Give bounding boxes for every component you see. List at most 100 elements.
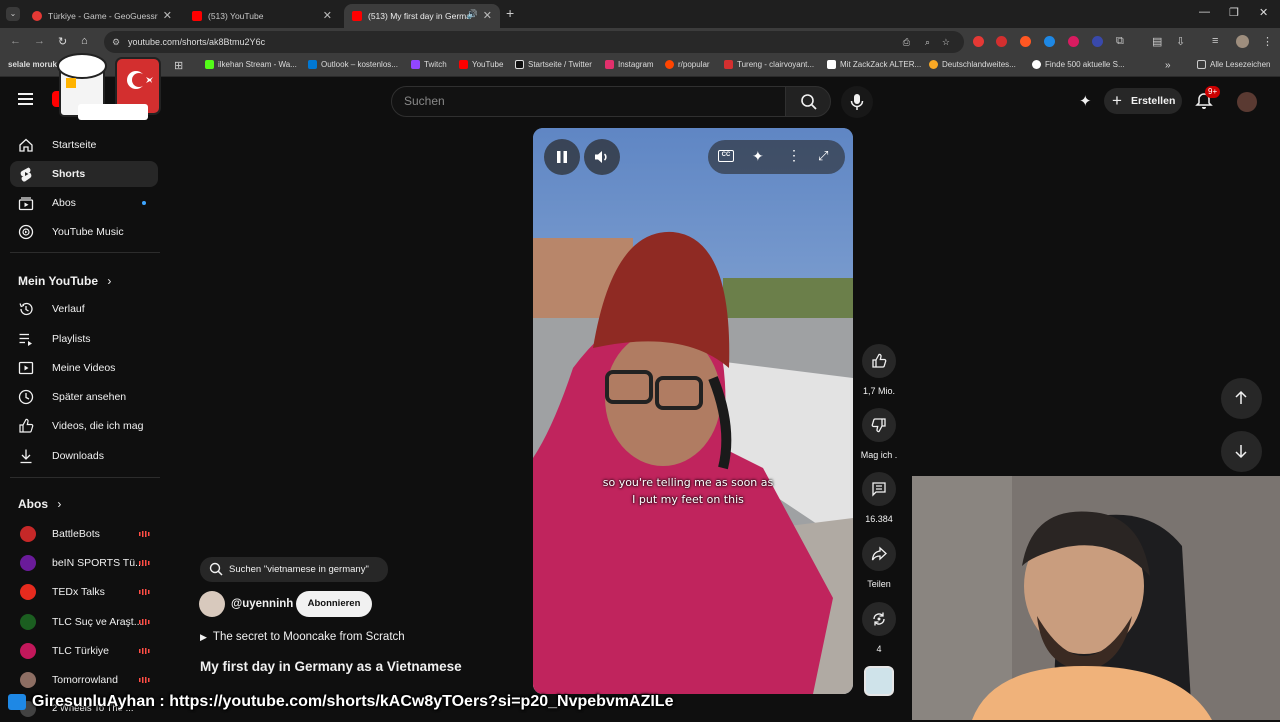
- volume-button[interactable]: [584, 139, 620, 175]
- like-button[interactable]: [862, 344, 896, 378]
- previous-short-button[interactable]: [1221, 378, 1262, 419]
- profile-avatar-icon[interactable]: [1236, 35, 1249, 48]
- extension-icon[interactable]: [996, 36, 1007, 47]
- hamburger-menu-icon[interactable]: [18, 93, 33, 105]
- minimize-icon[interactable]: —: [1199, 6, 1210, 18]
- channel-handle[interactable]: @uyenninh: [231, 598, 293, 610]
- bookmark-item[interactable]: Twitch: [411, 60, 447, 69]
- close-tab-icon[interactable]: ✕: [483, 9, 492, 22]
- bookmark-item[interactable]: Instagram: [605, 60, 654, 69]
- sidebar-heading-abos[interactable]: Abos ›: [18, 497, 61, 511]
- bookmark-item[interactable]: Tureng - clairvoyant...: [724, 60, 814, 69]
- audio-playing-icon[interactable]: 🔊: [467, 9, 478, 20]
- sidebar-item-liked-videos[interactable]: Videos, die ich mag: [10, 413, 158, 439]
- gemini-ai-icon[interactable]: ✦: [1079, 92, 1092, 110]
- short-video-player[interactable]: [533, 128, 853, 694]
- install-app-icon[interactable]: ⎙: [903, 31, 910, 53]
- captions-icon[interactable]: CC: [718, 150, 734, 162]
- extension-icon[interactable]: [1068, 36, 1079, 47]
- bookmark-item[interactable]: Finde 500 aktuelle S...: [1032, 60, 1125, 69]
- bookmark-item[interactable]: Mit ZackZack ALTER...: [827, 60, 921, 69]
- sidebar-item-spaeter-ansehen[interactable]: Später ansehen: [10, 384, 158, 410]
- bookmark-item[interactable]: r/popular: [665, 60, 710, 69]
- sidebar-item-channel[interactable]: TEDx Talks: [10, 579, 158, 605]
- account-avatar[interactable]: [1237, 92, 1257, 112]
- downloads-icon[interactable]: ⇩: [1176, 35, 1185, 48]
- bookmark-star-icon[interactable]: ☆: [942, 31, 950, 53]
- music-title: The secret to Mooncake from Scratch: [212, 631, 405, 643]
- create-button[interactable]: + Erstellen: [1104, 88, 1182, 114]
- sidebar-item-abos[interactable]: Abos: [10, 190, 158, 216]
- sidebar-heading-you[interactable]: Mein YouTube ›: [18, 274, 111, 288]
- search-suggestion-chip[interactable]: Suchen "vietnamese in germany": [200, 557, 388, 582]
- close-tab-icon[interactable]: ✕: [163, 9, 172, 22]
- sidebar-item-channel[interactable]: beIN SPORTS Tü...: [10, 550, 158, 576]
- live-icon: [139, 648, 150, 654]
- sidebar-item-downloads[interactable]: Downloads: [10, 443, 158, 469]
- extension-icon[interactable]: [1092, 36, 1103, 47]
- tab-short-video[interactable]: (513) My first day in Germa 🔊 ✕: [344, 4, 500, 28]
- bookmark-item[interactable]: Startseite / Twitter: [515, 60, 592, 69]
- dislike-button[interactable]: [862, 408, 896, 442]
- extension-icon[interactable]: [1044, 36, 1055, 47]
- sidebar-item-shorts[interactable]: Shorts: [10, 161, 158, 187]
- sidebar-item-channel[interactable]: BattleBots: [10, 521, 158, 547]
- fullscreen-icon[interactable]: ⤢: [818, 148, 828, 164]
- share-action[interactable]: Teilen: [858, 537, 900, 589]
- pause-button[interactable]: [544, 139, 580, 175]
- sidebar-item-startseite[interactable]: Startseite: [10, 132, 158, 158]
- apps-grid-icon[interactable]: ⊞: [174, 59, 183, 72]
- bookmark-item[interactable]: ilkehan Stream - Wa...: [205, 60, 297, 69]
- comments-action[interactable]: 16.384: [858, 472, 900, 524]
- sidebar-item-youtube-music[interactable]: YouTube Music: [10, 219, 158, 245]
- extension-icon[interactable]: [1020, 36, 1031, 47]
- bookmark-item[interactable]: Deutschlandweites...: [929, 60, 1016, 69]
- extension-icon[interactable]: [973, 36, 984, 47]
- comments-button[interactable]: [862, 472, 896, 506]
- zoom-icon[interactable]: ⌕: [925, 31, 930, 53]
- sidebar-item-channel[interactable]: TLC Türkiye: [10, 638, 158, 664]
- more-vert-icon[interactable]: ⋮: [1262, 35, 1273, 48]
- subscribe-button[interactable]: Abonnieren: [296, 591, 372, 617]
- extensions-puzzle-icon[interactable]: ⧉: [1116, 35, 1124, 48]
- search-input[interactable]: Suchen: [391, 86, 786, 117]
- bookmark-item[interactable]: YouTube: [459, 60, 503, 69]
- sidebar-item-playlists[interactable]: Playlists: [10, 326, 158, 352]
- sidebar-item-verlauf[interactable]: Verlauf: [10, 296, 158, 322]
- new-tab-button[interactable]: +: [506, 5, 514, 21]
- back-icon[interactable]: ←: [10, 35, 21, 47]
- remix-button[interactable]: [862, 602, 896, 636]
- sidebar-item-channel[interactable]: TLC Suç ve Araşt...: [10, 609, 158, 635]
- bookmark-item[interactable]: selale moruk: [8, 60, 57, 69]
- next-short-button[interactable]: [1221, 431, 1262, 472]
- tab-geoguessr[interactable]: Türkiye - Game - GeoGuessr ✕: [24, 4, 180, 28]
- url-bar[interactable]: ⚙ youtube.com/shorts/ak8Btmu2Y6c ⎙ ⌕ ☆: [104, 31, 964, 53]
- remix-action[interactable]: 4: [858, 602, 900, 654]
- gemini-ask-icon[interactable]: ✦: [752, 148, 764, 165]
- notifications-button[interactable]: 9+: [1195, 86, 1221, 112]
- channel-avatar[interactable]: [199, 591, 225, 617]
- tab-youtube[interactable]: (513) YouTube ✕: [184, 4, 340, 28]
- video-title[interactable]: My first day in Germany as a Vietnamese: [200, 659, 462, 674]
- music-link[interactable]: ▶ The secret to Mooncake from Scratch: [200, 631, 405, 643]
- menu-icon[interactable]: ≡: [1212, 35, 1218, 47]
- bookmark-item[interactable]: Outlook – kostenlos...: [308, 60, 398, 69]
- close-window-icon[interactable]: ✕: [1259, 6, 1268, 19]
- voice-search-button[interactable]: [841, 86, 873, 118]
- more-vert-icon[interactable]: ⋮: [787, 147, 801, 164]
- close-tab-icon[interactable]: ✕: [323, 9, 332, 22]
- share-button[interactable]: [862, 537, 896, 571]
- forward-icon[interactable]: →: [34, 35, 45, 47]
- like-action[interactable]: 1,7 Mio.: [858, 344, 900, 396]
- sidepanel-icon[interactable]: ▤: [1152, 35, 1162, 48]
- tab-search-icon[interactable]: ⌄: [6, 7, 20, 21]
- sound-thumbnail[interactable]: [864, 666, 894, 696]
- more-bookmarks-button[interactable]: »: [1165, 60, 1171, 71]
- restore-icon[interactable]: ❐: [1229, 6, 1239, 19]
- dislike-action[interactable]: Mag ich .: [858, 408, 900, 460]
- search-button[interactable]: [785, 86, 831, 117]
- sidebar-item-meine-videos[interactable]: Meine Videos: [10, 355, 158, 381]
- tab-title: (513) My first day in Germa: [368, 11, 471, 21]
- all-bookmarks-button[interactable]: Alle Lesezeichen: [1197, 60, 1270, 69]
- sidebar-item-label: Meine Videos: [52, 362, 116, 374]
